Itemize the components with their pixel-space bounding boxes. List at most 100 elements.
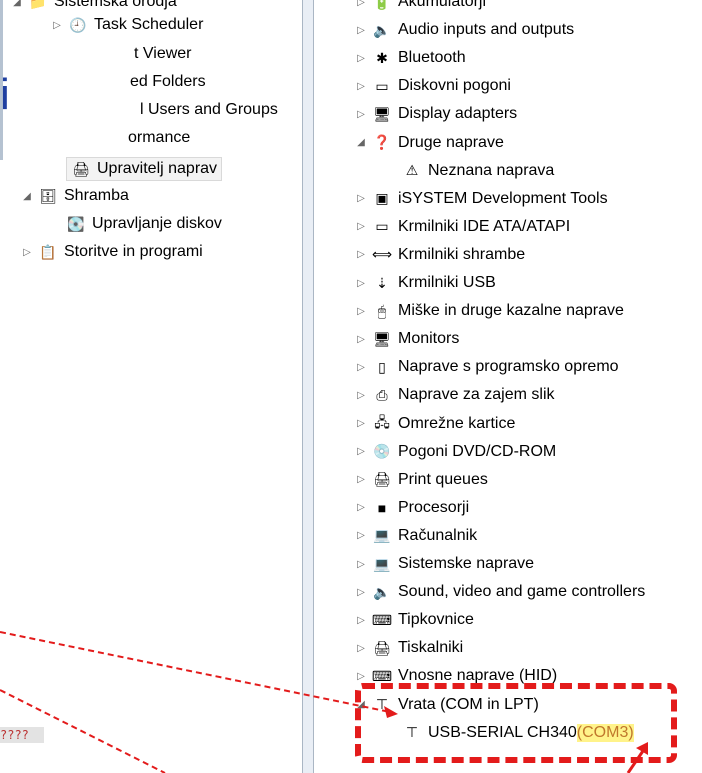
expand-arrow-icon[interactable]: ▷ [50,18,64,32]
ide-controller-icon: ▭ [375,218,389,235]
device-tree-item[interactable]: ▷ 💿 Pogoni DVD/CD-ROM [354,438,556,466]
device-tree-label: Display adapters [398,105,518,123]
printer-icon: 🖨 [373,471,391,488]
expand-arrow-icon[interactable]: ▷ [354,445,368,459]
tree-item-label: l Users and Groups [140,101,278,118]
computer-icon: 💻 [373,527,391,544]
expand-arrow-icon[interactable]: ▷ [354,248,368,262]
device-tree-label: Druge naprave [398,133,504,151]
expand-arrow-icon[interactable]: ▷ [354,388,368,402]
device-tree-item[interactable]: ◢ ❓ Druge naprave [354,129,504,157]
tree-item-task-scheduler[interactable]: ▷ 🕘 Task Scheduler [50,11,203,39]
expand-arrow-icon[interactable]: ▷ [354,192,368,206]
device-tree-label: Sound, video and game controllers [398,583,646,601]
device-tree-item[interactable]: ▷ 🔈 Audio inputs and outputs [354,16,574,44]
device-tree-item[interactable]: ▷ 💻 Računalnik [354,522,477,550]
device-tree-item[interactable]: ▷ ⟺ Krmilniki shrambe [354,241,525,269]
tree-item-performance[interactable]: ormance [128,124,190,152]
device-tree-label: iSYSTEM Development Tools [398,189,608,207]
device-tree-label: Naprave s programsko opremo [398,358,619,376]
expand-arrow-icon[interactable]: ▷ [354,501,368,515]
device-tree-label: Krmilniki shrambe [398,245,526,263]
device-tree-item[interactable]: ▷ 🖥 Monitors [354,325,459,353]
device-tree-label: Bluetooth [398,49,466,67]
expand-arrow-icon[interactable]: ▷ [354,641,368,655]
device-tree-item[interactable]: ▷ 🖥 Display adapters [354,100,517,128]
collapse-arrow-icon[interactable]: ◢ [10,0,24,9]
expand-arrow-icon[interactable]: ▷ [354,360,368,374]
overlay-letter: i [0,70,10,119]
disk-management-icon: 💽 [67,215,85,232]
pane-splitter[interactable] [302,0,314,773]
scanner-icon: ⎙ [376,386,388,403]
device-tree-label: Sistemske naprave [398,555,535,572]
expand-arrow-icon[interactable]: ▷ [20,245,34,259]
mouse-icon: 🖱 [377,302,387,319]
tree-item-shared-folders[interactable]: ed Folders [130,68,206,96]
expand-arrow-icon[interactable]: ▷ [354,51,368,65]
expand-arrow-icon[interactable]: ▷ [354,276,368,290]
device-tree-item[interactable]: ⚠ Neznana naprava [402,157,555,185]
bluetooth-icon: ✱ [376,49,388,66]
folder-icon: 📁 [29,0,47,10]
annotation-dashed-box [355,683,677,763]
device-tree-item[interactable]: ▷ 🖱 Miške in druge kazalne naprave [354,297,624,325]
device-tree-item[interactable]: ▷ 🔋 Akumulatorji [354,0,486,16]
system-device-icon: 💻 [373,555,391,572]
tree-item-storitve-in-programi[interactable]: ▷ 📋 Storitve in programi [20,238,203,266]
device-tree-item[interactable]: ▷ 🖧 Omrežne kartice [354,410,515,438]
speaker-icon: 🔈 [373,21,391,38]
speaker-icon: 🔈 [373,583,391,600]
expand-arrow-icon[interactable]: ▷ [354,220,368,234]
device-tree-label: Print queues [398,470,488,488]
expand-arrow-icon[interactable]: ▷ [354,79,368,93]
chip-tool-icon: ▣ [375,190,389,207]
expand-arrow-icon[interactable]: ▷ [354,557,368,571]
tree-item-label: ed Folders [130,73,206,90]
software-device-icon: ▯ [378,358,386,375]
device-tree-label: Monitors [398,330,460,348]
device-tree-item[interactable]: ▷ 🖨 Tiskalniki [354,634,463,662]
device-tree-item[interactable]: ▷ 🖨 Print queues [354,466,488,494]
device-tree-item[interactable]: ▷ ✱ Bluetooth [354,44,466,72]
device-tree-item[interactable]: ▷ ⎙ Naprave za zajem slik [354,381,554,409]
collapse-arrow-icon[interactable]: ◢ [20,189,34,203]
tree-item-upravljanje-diskov[interactable]: 💽 Upravljanje diskov [66,210,222,238]
device-manager-icon: 🖨 [72,160,90,177]
device-tree-item[interactable]: ▷ ⇣ Krmilniki USB [354,269,496,297]
expand-arrow-icon[interactable]: ▷ [354,23,368,37]
expand-arrow-icon[interactable]: ▷ [354,417,368,431]
warning-device-icon: ⚠ [405,162,419,179]
collapse-arrow-icon[interactable]: ◢ [354,136,368,150]
device-tree-item[interactable]: ▷ 💻 Sistemske naprave [354,550,534,578]
expand-arrow-icon[interactable]: ▷ [354,0,368,9]
expand-arrow-icon[interactable]: ▷ [354,304,368,318]
expand-arrow-icon[interactable]: ▷ [354,332,368,346]
tree-item-upravitelj-naprav[interactable]: 🖨 Upravitelj naprav [66,155,223,183]
device-tree-label: Omrežne kartice [398,414,516,432]
expand-arrow-icon[interactable]: ▷ [354,473,368,487]
device-tree-pane: ▷ 🔋 Akumulatorji ▷ 🔈 Audio inputs and outputs… [314,0,702,773]
usb-icon: ⇣ [376,274,388,291]
expand-arrow-icon[interactable]: ▷ [354,585,368,599]
tree-item-local-users-groups[interactable]: l Users and Groups [140,96,278,124]
expand-arrow-icon[interactable]: ▷ [354,669,368,683]
expand-arrow-icon[interactable]: ▷ [354,529,368,543]
tree-item-shramba[interactable]: ◢ 🗄 Shramba [20,182,129,210]
device-tree-label: Audio inputs and outputs [398,21,575,39]
device-tree-item[interactable]: ▷ ⌨ Tipkovnice [354,606,474,634]
device-tree-label: Računalnik [398,526,478,544]
device-tree-item[interactable]: ▷ ▣ iSYSTEM Development Tools [354,185,608,213]
device-tree-label: Krmilniki USB [398,274,496,291]
tree-item-event-viewer[interactable]: t Viewer [134,40,192,68]
device-tree-item[interactable]: ▷ ▭ Diskovni pogoni [354,72,511,100]
device-tree-item[interactable]: ▷ ■ Procesorji [354,494,469,522]
device-tree-label: Tipkovnice [398,611,474,629]
expand-arrow-icon[interactable]: ▷ [354,613,368,627]
device-tree-item[interactable]: ▷ ▯ Naprave s programsko opremo [354,353,619,381]
device-tree-label: Miške in druge kazalne naprave [398,302,624,320]
device-tree-label: Krmilniki IDE ATA/ATAPI [398,217,571,235]
device-tree-item[interactable]: ▷ 🔈 Sound, video and game controllers [354,578,645,606]
device-tree-item[interactable]: ▷ ▭ Krmilniki IDE ATA/ATAPI [354,213,570,241]
expand-arrow-icon[interactable]: ▷ [354,107,368,121]
